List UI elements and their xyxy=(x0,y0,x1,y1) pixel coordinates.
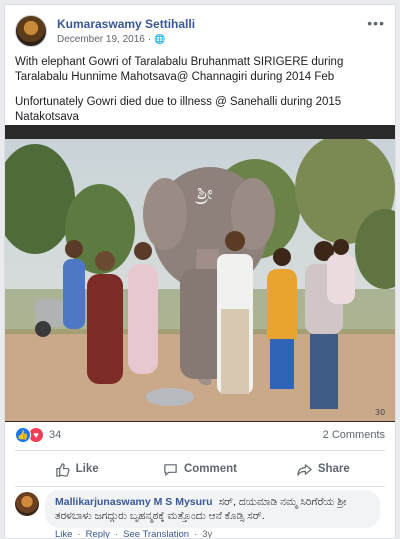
globe-icon: 🌐 xyxy=(154,34,166,44)
share-label: Share xyxy=(317,463,350,475)
comment-label: Comment xyxy=(183,463,237,475)
comment-like-link[interactable]: Like xyxy=(55,529,72,538)
post-header: Kumaraswamy Settihalli December 19, 2016… xyxy=(15,15,385,51)
divider xyxy=(15,486,385,487)
separator: · xyxy=(114,529,119,539)
post-date[interactable]: December 19, 2016 xyxy=(57,34,145,45)
comment-button[interactable]: Comment xyxy=(138,454,261,484)
post-text: With elephant Gowri of Taralabalu Bruhan… xyxy=(15,55,387,135)
like-label: Like xyxy=(75,463,99,475)
reaction-bar: 👍 ♥ 34 2 Comments xyxy=(15,426,385,446)
divider xyxy=(15,450,385,451)
comment-reply-link[interactable]: Reply xyxy=(86,529,110,538)
svg-text:ಶ್ರೀ: ಶ್ರೀ xyxy=(195,183,214,204)
elephant-group-photo: ಶ್ರೀ 30 xyxy=(5,139,395,421)
like-button[interactable]: Like xyxy=(15,454,138,484)
comments-count-link[interactable]: 2 Comments xyxy=(323,429,385,441)
post-meta: December 19, 2016 · 🌐 xyxy=(57,34,166,45)
action-bar: Like Comment Share xyxy=(15,454,385,484)
thumbs-up-icon xyxy=(55,462,70,477)
comment-icon xyxy=(164,463,177,476)
comment-time[interactable]: 3y xyxy=(202,529,212,538)
photo-watermark: 30 xyxy=(375,408,385,417)
share-icon xyxy=(297,463,312,476)
commenter-name[interactable]: Mallikarjunaswamy M S Mysuru xyxy=(55,496,213,508)
more-options-icon[interactable]: ••• xyxy=(367,15,385,31)
separator: · xyxy=(194,529,198,539)
like-icon: 👍 xyxy=(15,427,31,443)
commenter-avatar[interactable] xyxy=(15,492,39,516)
comment-bubble: Mallikarjunaswamy M S Mysuru ಸರ್, ದಯಮಾಡಿ… xyxy=(45,490,380,528)
post-text-paragraph: Unfortunately Gowri died due to illness … xyxy=(15,96,342,123)
reaction-count[interactable]: 34 xyxy=(49,429,61,441)
post-text-paragraph: With elephant Gowri of Taralabalu Bruhan… xyxy=(15,56,344,83)
post-photo[interactable]: ಶ್ರೀ 30 xyxy=(5,125,395,422)
comment-actions: Like · Reply · See Translation · 3y xyxy=(55,529,212,539)
author-avatar[interactable] xyxy=(15,15,47,47)
reaction-icons[interactable]: 👍 ♥ xyxy=(15,427,44,443)
post-card: Kumaraswamy Settihalli December 19, 2016… xyxy=(4,4,396,539)
see-translation-link[interactable]: See Translation xyxy=(123,529,189,538)
author-name[interactable]: Kumaraswamy Settihalli xyxy=(57,17,195,31)
share-button[interactable]: Share xyxy=(262,454,385,484)
separator: · xyxy=(77,529,81,539)
